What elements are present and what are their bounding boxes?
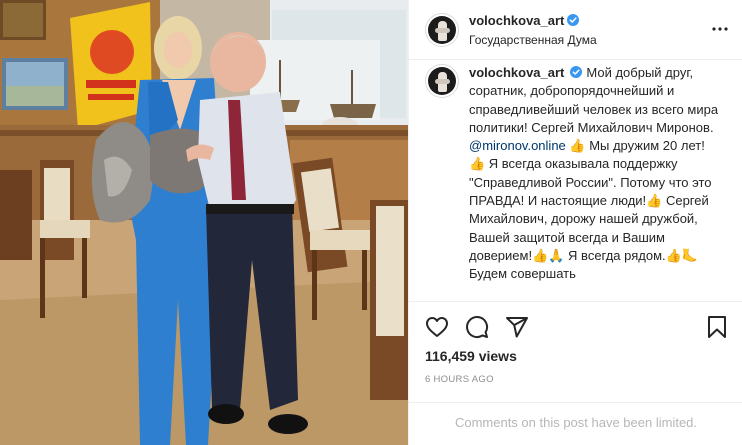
heart-icon[interactable]: [425, 315, 449, 339]
caption-text-part2: 👍 Мы дружим 20 лет!👍 Я всегда оказывала …: [469, 138, 712, 282]
verified-badge-icon: [570, 66, 583, 78]
caption-username[interactable]: volochkova_art: [469, 65, 564, 80]
author-username[interactable]: volochkova_art: [469, 13, 564, 28]
post-media-photo[interactable]: [0, 0, 408, 445]
comment-icon[interactable]: [465, 315, 489, 339]
author-name-row: volochkova_art: [469, 12, 580, 30]
comments-limited-text: Comments on this post have been limited.: [454, 415, 698, 430]
post-photo-image: [0, 0, 408, 445]
caption-mention-link[interactable]: @mironov.online: [469, 138, 566, 153]
view-count[interactable]: 116,459 views: [425, 348, 517, 364]
post-timestamp[interactable]: 6 HOURS AGO: [425, 374, 494, 385]
caption-author-avatar[interactable]: [425, 64, 459, 98]
post-details-panel: volochkova_art Государственная Дума volo…: [408, 0, 742, 445]
post-caption: volochkova_art Мой добрый друг, соратник,…: [469, 64, 719, 284]
verified-badge-icon: [567, 14, 580, 26]
comments-limited-notice: Comments on this post have been limited.: [409, 402, 742, 445]
post-location[interactable]: Государственная Дума: [469, 33, 597, 47]
comments-scroll-area[interactable]: volochkova_art Мой добрый друг, соратник,…: [409, 61, 742, 301]
post-header: volochkova_art Государственная Дума: [409, 0, 742, 60]
author-avatar[interactable]: [425, 13, 459, 47]
share-icon[interactable]: [505, 315, 529, 339]
post-actions-section: 116,459 views 6 HOURS AGO Comments on th…: [409, 301, 742, 445]
bookmark-icon[interactable]: [705, 315, 729, 339]
more-options-icon[interactable]: [711, 20, 729, 38]
